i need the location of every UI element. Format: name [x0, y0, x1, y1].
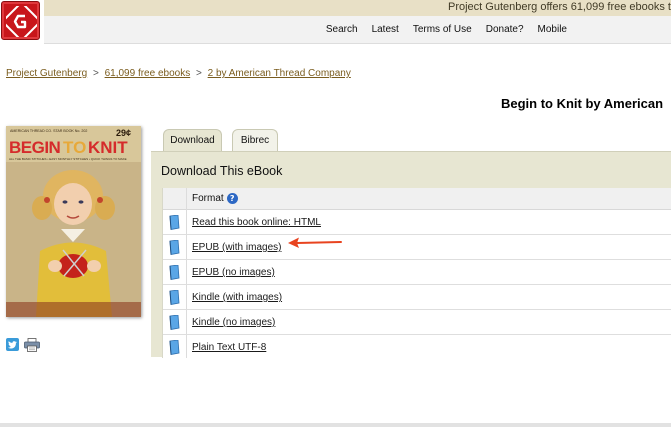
nav-bar: Search Latest Terms of Use Donate? Mobil… [44, 16, 671, 44]
cover-price: 29¢ [116, 128, 131, 138]
format-table: Format ? Read this book online: HTML EPU… [162, 188, 671, 358]
table-row: Kindle (with images) [163, 285, 671, 310]
main-nav: Search Latest Terms of Use Donate? Mobil… [326, 24, 567, 35]
breadcrumb-author[interactable]: 2 by American Thread Company [208, 68, 351, 79]
cover-title-knit: KNIT [88, 138, 128, 157]
page-title: Begin to Knit by American [501, 96, 664, 111]
twitter-icon[interactable] [6, 338, 19, 351]
nav-search[interactable]: Search [326, 24, 358, 35]
breadcrumb-separator: > [92, 68, 99, 79]
breadcrumb-free-ebooks[interactable]: 61,099 free ebooks [105, 68, 191, 79]
site-header: Project Gutenberg offers 61,099 free ebo… [0, 0, 671, 44]
table-row: EPUB (with images) [163, 235, 671, 260]
format-link-kindle-no-images[interactable]: Kindle (no images) [192, 317, 275, 328]
table-row: Read this book online: HTML [163, 210, 671, 235]
nav-mobile[interactable]: Mobile [538, 24, 567, 35]
print-icon[interactable] [24, 338, 40, 352]
nav-terms-of-use[interactable]: Terms of Use [413, 24, 472, 35]
offer-notice: Project Gutenberg offers 61,099 free ebo… [448, 1, 671, 13]
table-row: Plain Text UTF-8 [163, 335, 671, 360]
panel-title: Download This eBook [161, 164, 283, 178]
breadcrumb-separator: > [195, 68, 202, 79]
table-row: Kindle (no images) [163, 310, 671, 335]
book-icon [169, 290, 180, 305]
format-column-header: Format ? [192, 193, 238, 204]
project-gutenberg-logo-icon[interactable] [1, 1, 40, 40]
tab-bibrec[interactable]: Bibrec [232, 129, 278, 151]
nav-latest[interactable]: Latest [372, 24, 399, 35]
share-icons [6, 338, 40, 352]
annotation-arrow-icon [288, 237, 342, 248]
book-icon [169, 215, 180, 230]
format-link-epub-images[interactable]: EPUB (with images) [192, 242, 281, 253]
tab-download[interactable]: Download [163, 129, 222, 151]
format-link-html[interactable]: Read this book online: HTML [192, 217, 321, 228]
cover-top-line: AMERICAN THREAD CO. STAR BOOK No. 202 [10, 129, 87, 133]
format-link-epub-no-images[interactable]: EPUB (no images) [192, 267, 275, 278]
notice-bar: Project Gutenberg offers 61,099 free ebo… [44, 0, 671, 16]
book-icon [169, 315, 180, 330]
book-cover-image[interactable]: AMERICAN THREAD CO. STAR BOOK No. 202 29… [6, 126, 141, 317]
cover-subtitle: ALL THE BASIC STITCHES • EASY MONTHLY ST… [9, 157, 127, 161]
book-icon [169, 265, 180, 280]
download-panel: Download This eBook Format ? Read this b… [151, 151, 671, 358]
breadcrumb: Project Gutenberg > 61,099 free ebooks >… [6, 68, 351, 79]
format-link-kindle-images[interactable]: Kindle (with images) [192, 292, 282, 303]
cover-title-to: TO [63, 138, 86, 157]
format-link-plain-text[interactable]: Plain Text UTF-8 [192, 342, 266, 353]
table-row: EPUB (no images) [163, 260, 671, 285]
book-icon [169, 240, 180, 255]
help-icon[interactable]: ? [226, 193, 238, 204]
book-icon [169, 340, 180, 355]
format-header-label: Format [192, 193, 224, 204]
nav-donate[interactable]: Donate? [486, 24, 524, 35]
cover-title-begin: BEGIN [9, 138, 61, 157]
table-header: Format ? [163, 188, 671, 210]
breadcrumb-project-gutenberg[interactable]: Project Gutenberg [6, 68, 87, 79]
bottom-strip [0, 423, 671, 427]
